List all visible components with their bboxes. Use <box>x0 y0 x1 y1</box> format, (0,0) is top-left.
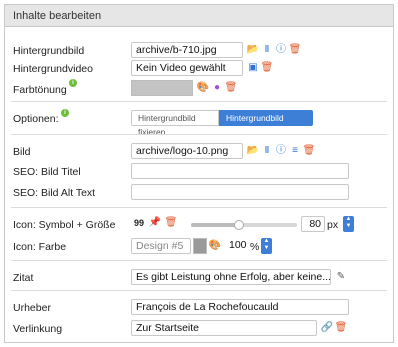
opacity-spinner-icon[interactable]: ▲ ▼ <box>261 238 272 254</box>
divider <box>11 290 387 291</box>
library-icon[interactable]: Ⅱ <box>261 44 273 56</box>
folder-icon[interactable]: 📂 <box>247 145 259 157</box>
label-icon-symbol: Icon: Symbol + Größe <box>13 219 116 231</box>
color-wheel-icon[interactable]: ● <box>211 82 223 94</box>
palette-icon[interactable]: 🎨 <box>197 82 209 94</box>
content-edit-panel: Inhalte bearbeiten Hintergrundbild archi… <box>4 4 394 343</box>
zitat-field[interactable]: Es gibt Leistung ohne Erfolg, aber keine… <box>131 269 331 285</box>
label-bild: Bild <box>13 146 31 158</box>
panel-title: Inhalte bearbeiten <box>5 5 393 27</box>
adjust-icon[interactable]: ≡ <box>289 145 301 157</box>
folder-icon[interactable]: 📂 <box>247 44 259 56</box>
bild-field[interactable]: archive/logo-10.png <box>131 143 243 159</box>
info-circle-icon[interactable]: ⓘ <box>275 145 287 157</box>
size-unit-label: px <box>327 219 339 231</box>
trash-icon[interactable]: 🗑 <box>165 217 178 229</box>
video-select-icon[interactable]: ▣ <box>247 62 259 74</box>
label-hintergrundvideo: Hintergrundvideo <box>13 63 93 75</box>
link-icon[interactable]: 🔗 <box>321 322 333 334</box>
hintergrundbild-field[interactable]: archive/b-710.jpg <box>131 42 243 58</box>
size-slider[interactable] <box>191 220 297 230</box>
design-select[interactable]: Design #5 <box>131 238 191 254</box>
label-seo-titel: SEO: Bild Titel <box>13 166 81 178</box>
verlinkung-field[interactable]: Zur Startseite <box>131 320 317 336</box>
divider <box>11 207 387 208</box>
label-verlinkung: Verlinkung <box>13 323 63 335</box>
divider <box>11 134 387 135</box>
edit-pencil-icon[interactable]: ✎ <box>335 271 347 283</box>
label-optionen: Optionen: <box>13 113 59 125</box>
size-value-input[interactable]: 80 <box>301 216 325 232</box>
label-farbtoenung: Farbtönung <box>13 84 67 96</box>
hintergrundvideo-field[interactable]: Kein Video gewählt <box>131 60 243 76</box>
info-circle-icon[interactable]: ⓘ <box>275 44 287 56</box>
seo-alt-input[interactable] <box>131 184 349 200</box>
size-slider-knob[interactable] <box>233 220 244 230</box>
quote-symbol-icon[interactable]: 99 <box>133 217 145 229</box>
divider <box>11 101 387 102</box>
pin-icon[interactable]: 📌 <box>149 217 161 229</box>
opacity-value-input[interactable]: 100 <box>225 238 249 254</box>
library-icon[interactable]: Ⅱ <box>261 145 273 157</box>
opacity-unit-label: % <box>250 241 260 253</box>
trash-icon[interactable]: 🗑 <box>225 82 238 94</box>
info-badge-icon: i <box>69 79 77 87</box>
trash-icon[interactable]: 🗑 <box>289 44 302 56</box>
option-fixieren-button[interactable]: Hintergrundbild fixieren <box>131 110 219 137</box>
size-spinner-icon[interactable]: ▲ ▼ <box>343 216 354 232</box>
icon-color-swatch[interactable] <box>193 238 207 254</box>
trash-icon[interactable]: 🗑 <box>303 145 316 157</box>
seo-titel-input[interactable] <box>131 163 349 179</box>
tint-swatch[interactable] <box>131 80 193 96</box>
label-hintergrundbild: Hintergrundbild <box>13 45 85 57</box>
label-urheber: Urheber <box>13 302 51 314</box>
label-seo-alt: SEO: Bild Alt Text <box>13 187 96 199</box>
palette-icon[interactable]: 🎨 <box>209 240 221 252</box>
option-scrollen-button[interactable]: Hintergrundbild scrollen <box>219 110 313 137</box>
urheber-input[interactable]: François de La Rochefoucauld <box>131 299 349 315</box>
divider <box>11 260 387 261</box>
trash-icon[interactable]: 🗑 <box>261 62 274 74</box>
size-slider-fill <box>191 223 239 227</box>
trash-icon[interactable]: 🗑 <box>335 322 348 334</box>
label-zitat: Zitat <box>13 272 34 284</box>
info-badge-icon: i <box>61 109 69 117</box>
label-icon-farbe: Icon: Farbe <box>13 241 67 253</box>
